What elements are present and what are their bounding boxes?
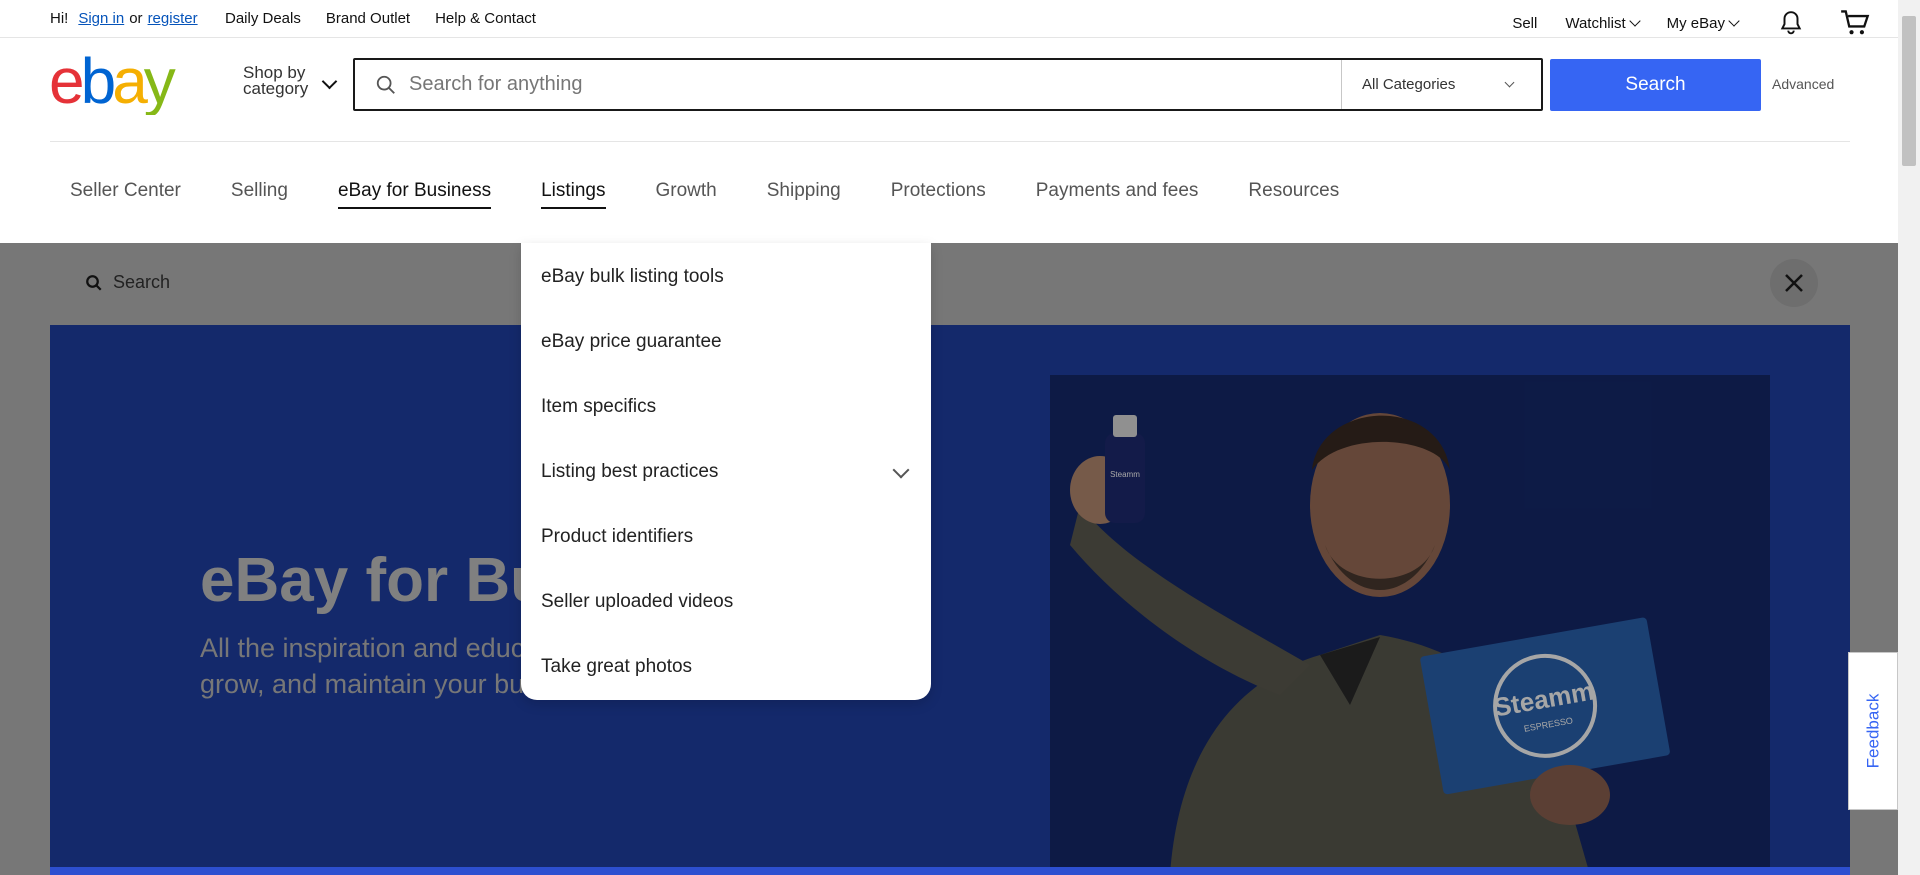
chevron-down-icon[interactable] — [892, 461, 910, 479]
nav-growth[interactable]: Growth — [656, 180, 717, 207]
nav-protections[interactable]: Protections — [891, 180, 986, 207]
listings-dropdown-menu: eBay bulk listing tools eBay price guara… — [521, 243, 931, 700]
divider — [50, 141, 1850, 142]
logo-letter-b: b — [81, 53, 114, 115]
chevron-down-icon — [321, 73, 338, 90]
my-ebay-label: My eBay — [1666, 14, 1725, 32]
chevron-down-icon — [1504, 77, 1515, 88]
hero-bottom-strip — [50, 867, 1850, 875]
nav-seller-center[interactable]: Seller Center — [70, 180, 181, 207]
chevron-down-icon — [1728, 15, 1740, 27]
category-selected-label: All Categories — [1362, 76, 1456, 93]
greeting: Hi! Sign in or register — [50, 10, 198, 27]
nav-ebay-for-business[interactable]: eBay for Business — [337, 180, 492, 209]
search-button[interactable]: Search — [1550, 59, 1761, 111]
nav-resources[interactable]: Resources — [1248, 180, 1339, 207]
greeting-text: Hi! — [50, 10, 69, 27]
search-input[interactable] — [409, 73, 1209, 96]
sell-label: Sell — [1512, 14, 1538, 32]
nav-selling[interactable]: Selling — [231, 180, 288, 207]
logo-letter-e: e — [49, 53, 82, 115]
nav-listings[interactable]: Listings — [541, 180, 606, 209]
watchlist-label: Watchlist — [1565, 14, 1626, 32]
or-text: or — [129, 10, 143, 27]
search-bar: All Categories — [353, 58, 1543, 111]
brand-outlet-link[interactable]: Brand Outlet — [326, 10, 410, 27]
scrollbar-thumb[interactable] — [1902, 16, 1916, 166]
menu-item-price-guarantee[interactable]: eBay price guarantee — [541, 331, 722, 353]
cart-icon[interactable] — [1840, 9, 1870, 37]
my-ebay-dropdown[interactable]: My eBay — [1666, 14, 1740, 32]
shop-by-category-button[interactable]: Shop by category — [243, 64, 309, 98]
hero-person-image: Steamm Steamm ESPRESSO — [1050, 375, 1770, 875]
overlay-search[interactable]: Search — [85, 272, 170, 293]
logo-letter-a: a — [112, 53, 148, 115]
top-utility-bar: Hi! Sign in or register Daily Deals Bran… — [0, 0, 1898, 38]
nav-payments-and-fees[interactable]: Payments and fees — [1036, 180, 1199, 207]
menu-item-take-great-photos[interactable]: Take great photos — [541, 656, 692, 678]
close-icon — [1785, 274, 1803, 292]
menu-item-seller-uploaded-videos[interactable]: Seller uploaded videos — [541, 591, 733, 613]
shop-by-line2: category — [243, 79, 309, 98]
daily-deals-link[interactable]: Daily Deals — [225, 10, 301, 27]
advanced-search-link[interactable]: Advanced — [1772, 76, 1834, 92]
search-icon — [376, 75, 395, 94]
hero-banner: eBay for Bus All the inspiration and edu… — [50, 325, 1850, 875]
seller-nav: Seller Center Selling eBay for Business … — [70, 180, 1389, 209]
menu-item-listing-best-practices[interactable]: Listing best practices — [541, 461, 718, 483]
register-link[interactable]: register — [148, 10, 198, 27]
menu-item-bulk-listing-tools[interactable]: eBay bulk listing tools — [541, 266, 724, 288]
close-button[interactable] — [1770, 259, 1818, 307]
notification-bell-icon[interactable] — [1778, 10, 1804, 36]
sell-link[interactable]: Sell — [1512, 15, 1537, 32]
sign-in-link[interactable]: Sign in — [78, 10, 124, 27]
feedback-tab[interactable]: Feedback — [1848, 652, 1898, 810]
nav-shipping[interactable]: Shipping — [767, 180, 841, 207]
feedback-label: Feedback — [1863, 693, 1883, 769]
menu-item-product-identifiers[interactable]: Product identifiers — [541, 526, 693, 548]
watchlist-dropdown[interactable]: Watchlist — [1565, 14, 1641, 32]
help-contact-link[interactable]: Help & Contact — [435, 10, 536, 27]
menu-item-item-specifics[interactable]: Item specifics — [541, 396, 656, 418]
category-select[interactable]: All Categories — [1341, 60, 1541, 109]
chevron-down-icon — [1628, 15, 1641, 27]
search-icon — [86, 274, 102, 291]
overlay-search-label: Search — [113, 272, 171, 292]
svg-text:ebay: ebay — [49, 53, 176, 115]
logo-letter-y: y — [144, 53, 176, 115]
ebay-logo[interactable]: ebay — [49, 53, 197, 115]
scrollbar[interactable] — [1898, 0, 1920, 875]
